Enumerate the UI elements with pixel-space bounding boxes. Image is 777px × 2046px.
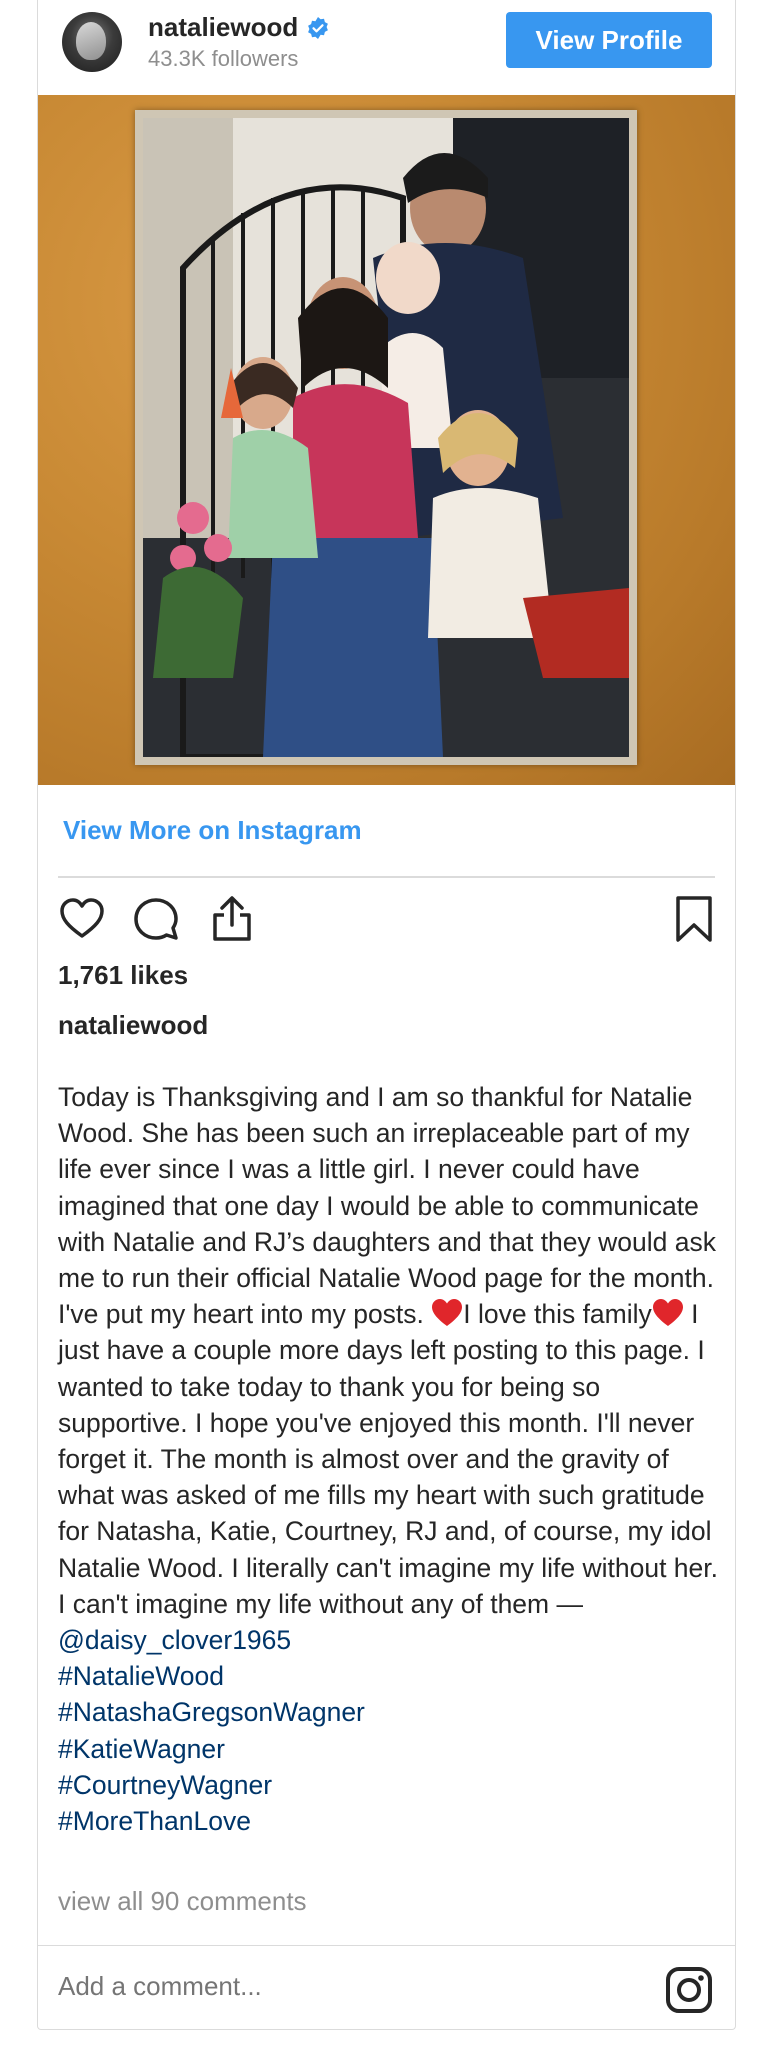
- action-bar: [58, 895, 718, 945]
- family-photo: [143, 118, 629, 757]
- red-heart-emoji-icon: [652, 1299, 683, 1327]
- instagram-embed-card: nataliewood 43.3K followers View Profile: [37, 0, 736, 2030]
- hashtag-link[interactable]: #NatashaGregsonWagner: [58, 1697, 365, 1727]
- caption-part: I just have a couple more days left post…: [58, 1299, 719, 1619]
- view-profile-button[interactable]: View Profile: [506, 12, 712, 68]
- comment-input[interactable]: [58, 1971, 618, 2002]
- caption-part: I love this family: [463, 1299, 652, 1330]
- hashtag-link[interactable]: #NatalieWood: [58, 1661, 224, 1691]
- red-heart-emoji-icon: [432, 1299, 463, 1327]
- hashtag-link[interactable]: #CourtneyWagner: [58, 1770, 272, 1800]
- divider: [58, 876, 715, 878]
- heart-icon[interactable]: [58, 895, 106, 943]
- username[interactable]: nataliewood: [148, 12, 298, 43]
- caption-text: Today is Thanksgiving and I am so thankf…: [58, 1079, 718, 1839]
- caption-username[interactable]: nataliewood: [58, 1010, 208, 1041]
- post-header: nataliewood 43.3K followers View Profile: [38, 0, 735, 95]
- instagram-icon[interactable]: [665, 1966, 713, 2014]
- avatar[interactable]: [62, 12, 122, 72]
- comment-bar: [38, 1945, 735, 2030]
- view-more-link[interactable]: View More on Instagram: [63, 815, 362, 846]
- like-count[interactable]: 1,761 likes: [58, 960, 188, 991]
- hashtag-link[interactable]: #KatieWagner: [58, 1734, 225, 1764]
- comment-icon[interactable]: [132, 895, 180, 943]
- photo-border: [135, 110, 637, 765]
- username-row: nataliewood: [148, 12, 330, 43]
- view-comments-link[interactable]: view all 90 comments: [58, 1886, 307, 1917]
- follower-count: 43.3K followers: [148, 46, 299, 71]
- post-image-area[interactable]: [38, 95, 735, 785]
- verified-badge-icon: [308, 16, 329, 39]
- share-icon[interactable]: [208, 895, 256, 943]
- mention-link[interactable]: @daisy_clover1965: [58, 1625, 291, 1655]
- hashtag-link[interactable]: #MoreThanLove: [58, 1806, 251, 1836]
- caption-part: Today is Thanksgiving and I am so thankf…: [58, 1082, 716, 1330]
- bookmark-icon[interactable]: [670, 895, 718, 943]
